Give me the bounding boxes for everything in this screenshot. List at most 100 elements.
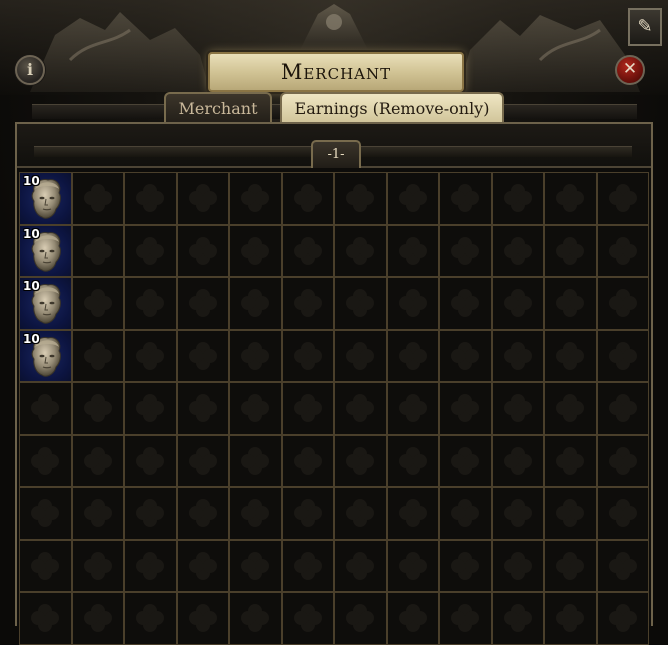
inventory-slot[interactable]	[439, 277, 492, 330]
inventory-slot[interactable]	[544, 224, 597, 277]
inventory-slot[interactable]	[544, 382, 597, 435]
inventory-slot[interactable]	[71, 487, 124, 540]
inventory-slot[interactable]: 10	[19, 329, 72, 382]
inventory-slot[interactable]	[334, 277, 387, 330]
inventory-slot[interactable]	[439, 224, 492, 277]
inventory-slot[interactable]	[491, 329, 544, 382]
inventory-slot[interactable]	[19, 539, 72, 592]
inventory-slot[interactable]	[596, 539, 649, 592]
inventory-slot[interactable]	[229, 539, 282, 592]
inventory-slot[interactable]	[439, 329, 492, 382]
inventory-slot[interactable]	[229, 172, 282, 225]
inventory-slot[interactable]	[19, 592, 72, 645]
inventory-slot[interactable]	[439, 172, 492, 225]
inventory-slot[interactable]	[439, 539, 492, 592]
inventory-slot[interactable]	[491, 539, 544, 592]
inventory-slot[interactable]: 10	[19, 277, 72, 330]
inventory-slot[interactable]	[439, 434, 492, 487]
inventory-slot[interactable]	[124, 172, 177, 225]
inventory-slot[interactable]	[596, 382, 649, 435]
inventory-slot[interactable]	[124, 329, 177, 382]
inventory-slot[interactable]	[596, 329, 649, 382]
page-tab-1[interactable]: -1-	[311, 140, 361, 168]
inventory-slot[interactable]	[334, 172, 387, 225]
inventory-slot[interactable]	[124, 277, 177, 330]
inventory-slot[interactable]	[229, 382, 282, 435]
inventory-slot[interactable]	[176, 224, 229, 277]
inventory-slot[interactable]	[439, 592, 492, 645]
inventory-slot[interactable]	[124, 224, 177, 277]
inventory-slot[interactable]	[71, 172, 124, 225]
inventory-slot[interactable]	[334, 592, 387, 645]
inventory-slot[interactable]	[281, 224, 334, 277]
tab-earnings[interactable]: Earnings (Remove-only)	[280, 92, 504, 124]
quill-note-icon[interactable]: ✎	[628, 8, 662, 46]
inventory-slot[interactable]	[439, 382, 492, 435]
inventory-slot[interactable]	[386, 382, 439, 435]
inventory-slot[interactable]	[124, 434, 177, 487]
inventory-slot[interactable]	[19, 487, 72, 540]
inventory-slot[interactable]	[596, 592, 649, 645]
inventory-slot[interactable]	[281, 382, 334, 435]
inventory-slot[interactable]	[71, 434, 124, 487]
inventory-slot[interactable]	[281, 329, 334, 382]
inventory-slot[interactable]	[124, 382, 177, 435]
inventory-slot[interactable]	[386, 172, 439, 225]
inventory-slot[interactable]	[596, 487, 649, 540]
inventory-slot[interactable]	[281, 434, 334, 487]
inventory-slot[interactable]	[229, 277, 282, 330]
inventory-slot[interactable]	[386, 487, 439, 540]
inventory-slot[interactable]	[176, 277, 229, 330]
inventory-slot[interactable]	[229, 434, 282, 487]
inventory-slot[interactable]	[439, 487, 492, 540]
inventory-slot[interactable]	[334, 382, 387, 435]
inventory-slot[interactable]	[596, 172, 649, 225]
inventory-slot[interactable]: 10	[19, 224, 72, 277]
inventory-slot[interactable]	[124, 592, 177, 645]
inventory-slot[interactable]	[544, 329, 597, 382]
inventory-slot[interactable]	[544, 592, 597, 645]
inventory-slot[interactable]	[334, 487, 387, 540]
inventory-slot[interactable]	[229, 329, 282, 382]
inventory-slot[interactable]	[71, 382, 124, 435]
inventory-slot[interactable]	[176, 172, 229, 225]
inventory-slot[interactable]	[229, 224, 282, 277]
inventory-slot[interactable]	[334, 224, 387, 277]
inventory-slot[interactable]	[71, 539, 124, 592]
inventory-slot[interactable]	[491, 434, 544, 487]
inventory-slot[interactable]	[386, 329, 439, 382]
inventory-slot[interactable]	[334, 434, 387, 487]
inventory-slot[interactable]	[544, 487, 597, 540]
inventory-slot[interactable]	[491, 224, 544, 277]
inventory-slot[interactable]	[491, 382, 544, 435]
inventory-slot[interactable]	[386, 224, 439, 277]
inventory-slot[interactable]	[491, 592, 544, 645]
inventory-slot[interactable]	[176, 592, 229, 645]
inventory-slot[interactable]	[71, 329, 124, 382]
inventory-slot[interactable]	[544, 434, 597, 487]
inventory-slot[interactable]	[596, 277, 649, 330]
inventory-slot[interactable]	[596, 434, 649, 487]
inventory-slot[interactable]	[281, 592, 334, 645]
tab-merchant[interactable]: Merchant	[164, 92, 272, 124]
inventory-slot[interactable]	[124, 539, 177, 592]
inventory-slot[interactable]	[124, 487, 177, 540]
close-icon[interactable]: ✕	[615, 55, 645, 85]
inventory-slot[interactable]	[491, 277, 544, 330]
inventory-slot[interactable]	[176, 434, 229, 487]
inventory-slot[interactable]	[71, 277, 124, 330]
inventory-slot[interactable]	[596, 224, 649, 277]
inventory-slot[interactable]	[491, 172, 544, 225]
inventory-slot[interactable]	[19, 382, 72, 435]
inventory-slot[interactable]	[176, 487, 229, 540]
inventory-slot[interactable]: 10	[19, 172, 72, 225]
inventory-slot[interactable]	[281, 539, 334, 592]
inventory-slot[interactable]	[19, 434, 72, 487]
inventory-slot[interactable]	[176, 382, 229, 435]
inventory-slot[interactable]	[281, 277, 334, 330]
inventory-slot[interactable]	[281, 172, 334, 225]
inventory-slot[interactable]	[544, 172, 597, 225]
inventory-slot[interactable]	[386, 434, 439, 487]
inventory-slot[interactable]	[491, 487, 544, 540]
inventory-slot[interactable]	[386, 539, 439, 592]
